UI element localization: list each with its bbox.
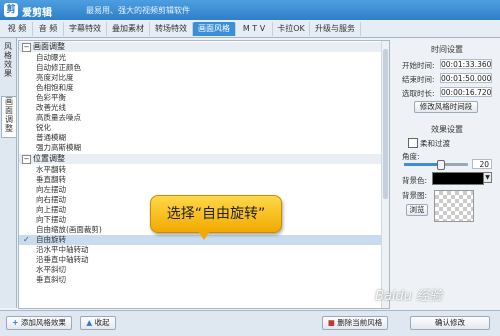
collapse-icon[interactable]: − xyxy=(22,155,31,164)
chevron-down-icon[interactable]: ▼ xyxy=(483,172,492,183)
confirm-modify-button[interactable]: 确认修改 xyxy=(410,316,490,330)
list-item[interactable]: 水平斜切 xyxy=(36,265,381,275)
bottom-toolbar: + 添加风格效果 ▲ 收起 ■ 删除当前风格 确认修改 xyxy=(0,310,500,336)
add-style-button[interactable]: + 添加风格效果 xyxy=(6,316,72,330)
title-bar: 剪 爱剪辑 最易用、强大的视频剪辑软件 xyxy=(0,0,500,20)
collapse-arrow-icon: ▲ xyxy=(86,318,93,327)
end-time-field[interactable]: 00:01:50.000 xyxy=(440,73,492,83)
browse-button[interactable]: 浏览 xyxy=(406,204,428,216)
collapse-icon[interactable]: − xyxy=(22,43,31,52)
effect-settings-title: 效果设置 xyxy=(431,125,463,134)
tab-subtitle-effects[interactable]: 字幕特效 xyxy=(64,22,107,36)
bgimage-preview xyxy=(434,190,474,222)
list-item[interactable]: 色相饱和度 xyxy=(36,83,381,93)
list-item[interactable]: 强力高斯模糊 xyxy=(36,143,381,153)
list-scrollbar[interactable] xyxy=(381,41,389,308)
side-tab-bar: 风格效果 画面调整 xyxy=(0,38,17,308)
trash-icon: ■ xyxy=(327,318,335,327)
list-item[interactable]: 水平翻转 xyxy=(36,165,381,175)
list-item[interactable]: 色彩平衡 xyxy=(36,93,381,103)
app-logo-icon: 剪 xyxy=(4,3,18,17)
settings-panel: 时间设置 开始时间: 00:01:33.360 结束时间: 00:01:50.0… xyxy=(398,40,496,307)
soft-transition-label: 柔和过渡 xyxy=(420,139,450,148)
group-picture-adjust[interactable]: − 画面调整 xyxy=(19,42,381,52)
callout-text: 选择“自由旋转” xyxy=(166,206,266,222)
time-settings-title: 时间设置 xyxy=(431,45,463,54)
tab-overlay-material[interactable]: 叠加素材 xyxy=(107,22,150,36)
delete-style-button[interactable]: ■ 删除当前风格 xyxy=(322,316,388,330)
main-tab-bar: 视 频 音 频 字幕特效 叠加素材 转场特效 画面风格 M T V 卡拉OK 升… xyxy=(0,20,500,38)
duration-field[interactable]: 00:00:16.720 xyxy=(440,87,492,97)
list-item[interactable]: 垂直翻转 xyxy=(36,175,381,185)
tutorial-callout: 选择“自由旋转” xyxy=(150,195,282,233)
bgimage-label: 背景图: xyxy=(402,191,428,200)
list-item[interactable]: 垂直斜切 xyxy=(36,275,381,285)
angle-label: 角度: xyxy=(402,152,420,161)
group-position-adjust[interactable]: − 位置调整 xyxy=(19,154,381,164)
sidetab-picture-adjust[interactable]: 画面调整 xyxy=(1,96,16,138)
tab-upgrade-service[interactable]: 升级与服务 xyxy=(310,22,361,36)
scrollbar-thumb[interactable] xyxy=(383,49,388,199)
angle-value-field[interactable]: 20 xyxy=(472,159,492,169)
start-time-field[interactable]: 00:01:33.360 xyxy=(440,59,492,69)
list-item[interactable]: 自动修正颜色 xyxy=(36,63,381,73)
baidu-watermark: Baidu 经验 xyxy=(375,289,443,304)
tab-karaoke[interactable]: 卡拉OK xyxy=(273,22,310,36)
group-label: 画面调整 xyxy=(33,42,65,51)
list-item[interactable]: 自动曝光 xyxy=(36,53,381,63)
start-time-label: 开始时间: xyxy=(402,61,435,70)
app-slogan: 最易用、强大的视频剪辑软件 xyxy=(86,6,190,15)
bgcolor-picker[interactable] xyxy=(432,172,484,185)
tab-mtv[interactable]: M T V xyxy=(236,22,273,36)
tab-audio[interactable]: 音 频 xyxy=(33,22,64,36)
bgcolor-label: 背景色: xyxy=(402,176,428,185)
list-item[interactable]: 亮度对比度 xyxy=(36,73,381,83)
app-name: 爱剪辑 xyxy=(22,8,52,19)
list-item[interactable]: 改善光线 xyxy=(36,103,381,113)
list-item[interactable]: 锐化 xyxy=(36,123,381,133)
list-item[interactable]: 高质量去噪点 xyxy=(36,113,381,123)
end-time-label: 结束时间: xyxy=(402,75,435,84)
list-item[interactable]: 沿垂直中轴转动 xyxy=(36,255,381,265)
sidetab-style-effects[interactable]: 风格效果 xyxy=(1,42,15,82)
check-icon: ✓ xyxy=(23,235,30,244)
list-item-label: 自由旋转 xyxy=(36,235,66,244)
list-item[interactable]: 向左摆动 xyxy=(36,185,381,195)
tab-video[interactable]: 视 频 xyxy=(2,22,33,36)
add-icon: + xyxy=(12,318,19,327)
collapse-button[interactable]: ▲ 收起 xyxy=(80,316,116,330)
angle-slider[interactable] xyxy=(404,160,468,170)
callout-pointer xyxy=(198,231,210,240)
add-style-label: 添加风格效果 xyxy=(20,318,66,327)
collapse-label: 收起 xyxy=(94,318,110,327)
angle-slider-thumb[interactable] xyxy=(437,160,445,170)
effect-list: − 画面调整 自动曝光 自动修正颜色 亮度对比度 色相饱和度 色彩平衡 改善光线… xyxy=(18,40,390,309)
modify-style-time-button[interactable]: 修改风格时间段 xyxy=(414,101,478,113)
group-label: 位置调整 xyxy=(33,154,65,163)
delete-style-label: 删除当前风格 xyxy=(337,318,383,327)
tab-transition-effects[interactable]: 转场特效 xyxy=(150,22,193,36)
tab-picture-style[interactable]: 画面风格 xyxy=(193,22,236,36)
list-item[interactable]: 沿水平中轴转动 xyxy=(36,245,381,255)
list-item[interactable]: 普通模糊 xyxy=(36,133,381,143)
angle-slider-fill xyxy=(404,163,440,166)
soft-transition-checkbox[interactable] xyxy=(408,138,418,148)
duration-label: 选取时长: xyxy=(402,89,435,98)
